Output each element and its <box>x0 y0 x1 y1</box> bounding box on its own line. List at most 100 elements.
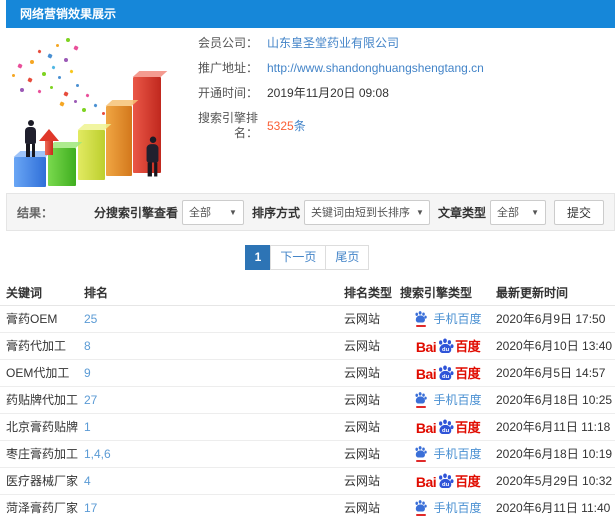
info-section: 会员公司： 山东皇圣堂药业有限公司 推广地址： http://www.shand… <box>0 28 615 193</box>
rank-link[interactable]: 27 <box>84 393 97 407</box>
baidu-paw-icon <box>415 500 428 512</box>
bar-chart-yellow <box>78 130 105 180</box>
submit-button[interactable]: 提交 <box>553 199 604 225</box>
keyword-cell: 药贴牌代加工 <box>0 386 84 414</box>
updated-time-cell: 2020年6月11日 11:40 <box>496 494 615 520</box>
keyword-cell: 枣庄膏药加工 <box>0 440 84 468</box>
rank-link[interactable]: 25 <box>84 312 97 326</box>
baidu-paw-icon: du <box>439 473 454 488</box>
updated-time-cell: 2020年6月18日 10:25 <box>496 386 615 414</box>
table-row: 菏泽膏药厂家 17 云网站 手机百度 2020年6月11日 11:40 <box>0 494 615 520</box>
rank-cell: 4 <box>84 467 344 495</box>
growth-arrow-icon <box>38 129 60 155</box>
pagination: 1 下一页 尾页 <box>0 245 615 270</box>
mobile-baidu-label: 手机百度 <box>433 312 482 326</box>
rank-cell: 27 <box>84 386 344 414</box>
keyword-cell: 膏药代加工 <box>0 332 84 360</box>
chevron-down-icon: ▼ <box>531 207 539 217</box>
rank-cell: 8 <box>84 332 344 360</box>
table-row: 药贴牌代加工 27 云网站 手机百度 2020年6月18日 10:25 <box>0 386 615 414</box>
rank-cell: 1 <box>84 413 344 441</box>
rank-cell: 9 <box>84 359 344 387</box>
svg-text:du: du <box>442 482 450 488</box>
engine-rank-row: 搜索引擎排名： 5325条 <box>180 111 615 141</box>
sort-filter-value: 关键词由短到长排序 <box>310 207 410 219</box>
bar-chart-blue <box>14 157 46 187</box>
chevron-down-icon: ▼ <box>415 207 424 217</box>
rank-cell: 1,4,6 <box>84 440 344 468</box>
keyword-cell: 膏药OEM <box>0 305 84 333</box>
rank-type-cell: 云网站 <box>344 440 400 468</box>
mobile-baidu-label: 手机百度 <box>433 447 482 461</box>
rank-type-cell: 云网站 <box>344 386 400 414</box>
page-title: 网络营销效果展示 <box>20 7 117 21</box>
engine-type-cell: 手机百度 <box>400 305 496 333</box>
baidu-mobile-logo: 手机百度 <box>414 445 482 462</box>
table-row: OEM代加工 9 云网站 Bai du 百度 2020年6月5日 14:57 <box>0 359 615 387</box>
table-row: 枣庄膏药加工 1,4,6 云网站 手机百度 2020年6月18日 10:19 <box>0 440 615 468</box>
baidu-paw-icon: du <box>439 338 454 353</box>
rank-link[interactable]: 9 <box>84 366 91 380</box>
businessman-figure <box>23 120 38 157</box>
company-link[interactable]: 山东皇圣堂药业有限公司 <box>267 36 399 51</box>
column-header: 排名类型 <box>344 280 400 306</box>
table-body: 膏药OEM 25 云网站 手机百度 2020年6月9日 17:50 膏药代加工 8 云网站 Ba… <box>0 305 615 520</box>
baidu-paw-icon <box>415 311 428 323</box>
rank-type-cell: 云网站 <box>344 305 400 333</box>
rank-type-cell: 云网站 <box>344 359 400 387</box>
table-header-row: 关键词 排名 排名类型 搜索引擎类型 最新更新时间 <box>0 280 615 306</box>
keyword-cell: 医疗器械厂家 <box>0 467 84 495</box>
filter-bar: 结果： 分搜索引擎查看 全部 ▼ 排序方式 关键词由短到长排序 ▼ 文章类型 全… <box>6 193 615 231</box>
engine-rank-unit[interactable]: 条 <box>294 119 306 133</box>
rank-type-cell: 云网站 <box>344 413 400 441</box>
rank-link[interactable]: 1,4,6 <box>84 447 111 461</box>
rank-link[interactable]: 17 <box>84 501 97 515</box>
last-page-button[interactable]: 尾页 <box>325 245 370 270</box>
next-page-button[interactable]: 下一页 <box>270 245 327 270</box>
updated-time-cell: 2020年6月18日 10:19 <box>496 440 615 468</box>
chevron-down-icon: ▼ <box>229 207 237 217</box>
baidu-mobile-logo: 手机百度 <box>414 391 482 408</box>
article-type-value: 全部 <box>496 207 519 219</box>
promo-url-link[interactable]: http://www.shandonghuangshengtang.cn <box>267 61 484 76</box>
engine-type-cell: Bai du 百度 <box>400 332 496 360</box>
updated-time-cell: 2020年6月5日 14:57 <box>496 359 615 387</box>
baidu-pc-logo: Bai du 百度 <box>415 338 481 355</box>
businessman-figure <box>144 136 160 177</box>
engine-filter-select[interactable]: 全部 ▼ <box>181 199 244 225</box>
engine-type-cell: Bai du 百度 <box>400 359 496 387</box>
table-row: 北京膏药贴牌 1 云网站 Bai du 百度 2020年6月11日 11:18 <box>0 413 615 441</box>
rank-link[interactable]: 8 <box>84 339 91 353</box>
engine-type-cell: 手机百度 <box>400 440 496 468</box>
svg-text:du: du <box>442 374 450 380</box>
baidu-mobile-logo: 手机百度 <box>414 310 482 327</box>
updated-time-cell: 2020年6月11日 11:18 <box>496 413 615 441</box>
column-header: 搜索引擎类型 <box>400 280 496 306</box>
rank-cell: 17 <box>84 494 344 520</box>
mobile-baidu-label: 手机百度 <box>433 501 482 515</box>
rank-link[interactable]: 1 <box>84 420 91 434</box>
page-1-button[interactable]: 1 <box>244 245 272 270</box>
app-header: 网络营销效果展示 <box>6 0 615 28</box>
article-type-label: 文章类型 <box>437 205 486 220</box>
baidu-pc-logo: Bai du 百度 <box>415 473 481 490</box>
sort-filter-label: 排序方式 <box>251 205 300 220</box>
engine-type-cell: Bai du 百度 <box>400 413 496 441</box>
svg-text:du: du <box>442 347 450 353</box>
sort-filter-select[interactable]: 关键词由短到长排序 ▼ <box>303 199 430 225</box>
engine-type-cell: Bai du 百度 <box>400 467 496 495</box>
engine-type-cell: 手机百度 <box>400 386 496 414</box>
engine-rank-label: 搜索引擎排名： <box>197 111 258 140</box>
rank-link[interactable]: 4 <box>84 474 91 488</box>
opened-time-row: 开通时间： 2019年11月20日 09:08 <box>180 86 615 101</box>
rank-type-cell: 云网站 <box>344 332 400 360</box>
rank-type-cell: 云网站 <box>344 494 400 520</box>
baidu-paw-icon: du <box>439 419 454 434</box>
results-table: 关键词 排名 排名类型 搜索引擎类型 最新更新时间 膏药OEM 25 云网站 手机百度 2020… <box>0 280 615 520</box>
table-row: 膏药OEM 25 云网站 手机百度 2020年6月9日 17:50 <box>0 305 615 333</box>
engine-filter-label: 分搜索引擎查看 <box>93 205 178 220</box>
article-type-select[interactable]: 全部 ▼ <box>489 199 546 225</box>
svg-text:du: du <box>442 428 450 434</box>
promo-graphic <box>4 34 186 189</box>
opened-time-value: 2019年11月20日 09:08 <box>267 86 389 100</box>
